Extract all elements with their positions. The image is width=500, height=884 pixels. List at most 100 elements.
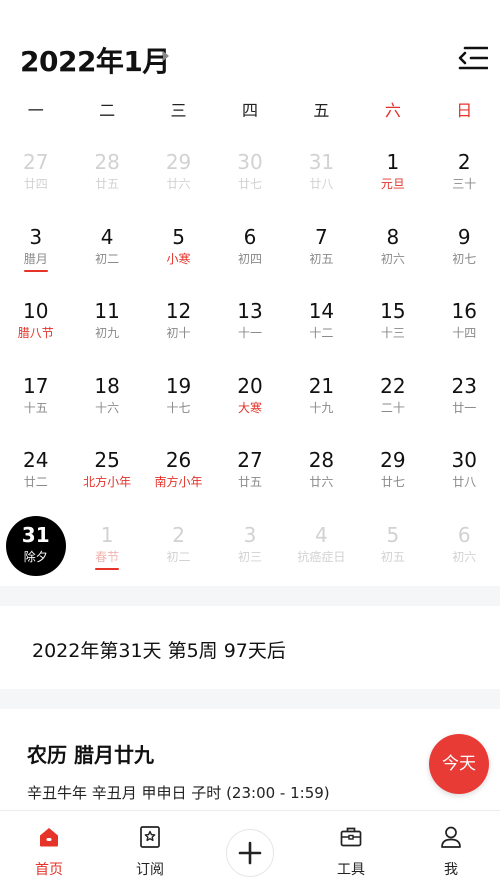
calendar-day[interactable]: 20 大寒 (214, 364, 285, 439)
nav-subscribe[interactable]: 订阅 (115, 811, 185, 884)
calendar-day[interactable]: 2 三十 (429, 140, 500, 215)
calendar-day[interactable]: 12 初十 (143, 289, 214, 364)
bottom-nav: 首页 订阅 工具 我 (0, 810, 500, 884)
lunar-label: 初五 (380, 549, 405, 564)
lunar-label: 元旦 (380, 177, 405, 191)
calendar-day[interactable]: 14 十二 (286, 289, 357, 364)
calendar-day[interactable]: 27 廿五 (214, 438, 285, 513)
calendar-day[interactable]: 29 廿七 (357, 438, 428, 513)
menu-icon[interactable] (458, 44, 489, 72)
home-icon (40, 828, 58, 847)
calendar-day[interactable]: 4 抗癌症日 (286, 513, 357, 588)
lunar-label: 抗癌症日 (297, 549, 346, 564)
lunar-date-title: 农历 腊月廿九 (27, 743, 154, 767)
day-number: 29 (380, 448, 406, 472)
calendar-day[interactable]: 18 十六 (71, 364, 142, 439)
lunar-label: 廿七 (380, 475, 405, 489)
calendar-day[interactable]: 5 小寒 (143, 215, 214, 290)
lunar-label: 腊八节 (17, 326, 54, 340)
weekday-wed: 三 (170, 101, 187, 120)
toolbox-icon (340, 827, 362, 847)
calendar-day[interactable]: 1 春节 (71, 513, 142, 588)
calendar-day[interactable]: 28 廿五 (71, 140, 142, 215)
nav-home[interactable]: 首页 (14, 811, 84, 884)
calendar-day[interactable]: 13 十一 (214, 289, 285, 364)
lunar-label: 十六 (95, 400, 120, 415)
weekday-thu: 四 (241, 101, 258, 120)
calendar-day[interactable]: 25 北方小年 (71, 438, 142, 513)
day-number: 12 (165, 299, 192, 323)
lunar-label: 初四 (237, 251, 262, 266)
lunar-label: 廿六 (309, 475, 334, 489)
calendar-day[interactable]: 6 初四 (214, 215, 285, 290)
calendar-day[interactable]: 21 十九 (286, 364, 357, 439)
day-number: 28 (308, 448, 335, 472)
calendar-day-today[interactable]: 31 除夕 (0, 513, 71, 588)
calendar-day[interactable]: 8 初六 (357, 215, 428, 290)
nav-me[interactable]: 我 (416, 811, 486, 884)
lunar-label: 春节 (95, 549, 120, 564)
day-number: 4 (315, 522, 328, 547)
day-number: 19 (165, 373, 192, 398)
day-number: 16 (451, 299, 477, 323)
star-bookmark-icon (140, 826, 160, 848)
calendar-day[interactable]: 5 初五 (357, 513, 428, 588)
calendar-day[interactable]: 9 初七 (429, 215, 500, 290)
calendar-day[interactable]: 10 腊八节 (0, 289, 71, 364)
lunar-label: 十二 (309, 326, 334, 340)
calendar-day[interactable]: 15 十三 (357, 289, 428, 364)
lunar-label: 廿六 (166, 177, 191, 191)
calendar-day[interactable]: 3 腊月 (0, 215, 71, 290)
calendar-day[interactable]: 30 廿八 (429, 438, 500, 513)
ganzhi-detail: 辛丑牛年 辛丑月 甲申日 子时 (23:00 - 1:59) (27, 784, 330, 802)
lunar-label: 十三 (380, 326, 405, 340)
calendar-day[interactable]: 28 廿六 (286, 438, 357, 513)
day-number: 20 (237, 373, 263, 398)
calendar-day[interactable]: 3 初三 (214, 513, 285, 588)
add-button[interactable] (226, 829, 274, 877)
calendar-day[interactable]: 29 廿六 (143, 140, 214, 215)
calendar-day[interactable]: 23 廿一 (429, 364, 500, 439)
lunar-label: 廿四 (23, 177, 48, 191)
day-number: 14 (308, 299, 335, 323)
calendar-day[interactable]: 16 十四 (429, 289, 500, 364)
calendar-day[interactable]: 2 初二 (143, 513, 214, 588)
calendar-day[interactable]: 17 十五 (0, 364, 71, 439)
lunar-label: 十一 (237, 326, 262, 340)
calendar-day[interactable]: 4 初二 (71, 215, 142, 290)
lunar-label: 廿七 (237, 177, 262, 191)
nav-me-label: 我 (444, 862, 458, 878)
lunar-label: 腊月 (23, 251, 48, 266)
lunar-label: 大寒 (237, 400, 262, 415)
calendar-day[interactable]: 1 元旦 (357, 140, 428, 215)
lunar-label: 初七 (452, 251, 477, 266)
calendar-day[interactable]: 27 廿四 (0, 140, 71, 215)
lunar-label: 初六 (452, 549, 477, 564)
day-number: 2 (172, 522, 185, 547)
day-number: 28 (94, 150, 120, 174)
calendar-day[interactable]: 22 二十 (357, 364, 428, 439)
month-dropdown-arrow-icon[interactable] (163, 51, 169, 61)
nav-tools[interactable]: 工具 (316, 811, 386, 884)
today-button[interactable]: 今天 (429, 734, 489, 794)
nav-home-label: 首页 (35, 862, 63, 878)
lunar-label: 十四 (452, 326, 477, 340)
weekday-mon: 一 (27, 101, 44, 120)
weekday-sun: 日 (456, 101, 473, 120)
calendar-day[interactable]: 30 廿七 (214, 140, 285, 215)
day-number: 15 (380, 299, 406, 323)
month-title[interactable]: 2022年1月 (20, 40, 170, 80)
calendar-day[interactable]: 26 南方小年 (143, 438, 214, 513)
calendar-day[interactable]: 11 初九 (71, 289, 142, 364)
calendar-day[interactable]: 6 初六 (429, 513, 500, 588)
calendar-day[interactable]: 7 初五 (286, 215, 357, 290)
day-number: 23 (451, 373, 477, 398)
day-number: 5 (172, 224, 185, 249)
calendar-day[interactable]: 19 十七 (143, 364, 214, 439)
calendar-day[interactable]: 24 廿二 (0, 438, 71, 513)
day-number: 4 (100, 224, 114, 249)
day-number: 3 (29, 224, 43, 249)
calendar-day[interactable]: 31 廿八 (286, 140, 357, 215)
day-of-year-info: 2022年第31天 第5周 97天后 (32, 640, 286, 662)
day-number: 29 (165, 150, 192, 174)
